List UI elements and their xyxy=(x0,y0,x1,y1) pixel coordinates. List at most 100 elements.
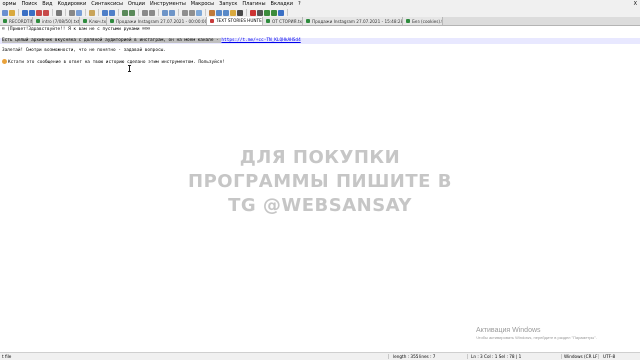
file-tab[interactable]: Ключ.txt xyxy=(80,17,107,25)
toolbar-separator xyxy=(65,9,66,16)
print-icon[interactable] xyxy=(56,9,62,16)
bookmark-icon xyxy=(2,59,7,64)
editor-line-2: Есть целый архивчик вкусняка с доляной а… xyxy=(0,38,640,44)
doc-map-icon[interactable] xyxy=(216,9,222,16)
save-icon[interactable] xyxy=(22,9,28,16)
file-tab[interactable]: Без (cookies).txt xyxy=(403,17,443,25)
stop-macro-icon[interactable] xyxy=(257,9,263,16)
status-divider xyxy=(598,354,599,359)
toolbar-separator xyxy=(138,9,139,16)
close-icon[interactable] xyxy=(36,9,42,16)
status-position: Ln : 3 Col : 1 Sel : 78 | 1 xyxy=(471,354,522,359)
new-file-icon[interactable] xyxy=(2,9,8,16)
tab-label: RECORDTIME.txt xyxy=(9,18,32,24)
word-wrap-icon[interactable] xyxy=(182,9,188,16)
file-tab[interactable]: Продажи Instagram 27.07.2021 - 15:48:28.… xyxy=(303,17,403,25)
tab-label: intro (7/08/50).txt xyxy=(42,18,80,24)
activation-subtitle: Чтобы активировать Windows, перейдите в … xyxy=(476,335,597,340)
sync-horizontal-icon[interactable] xyxy=(169,9,175,16)
menu-item[interactable]: Вид xyxy=(40,0,55,8)
menu-bar: ормы Поиск Вид Кодировки Синтаксисы Опции Инст… xyxy=(0,0,640,8)
tab-label: Продажи Instagram 27.07.2021 - 00:00:00.… xyxy=(116,18,207,24)
saved-file-icon xyxy=(306,19,310,23)
monitoring-icon[interactable] xyxy=(237,9,243,16)
function-list-icon[interactable] xyxy=(223,9,229,16)
watermark-line-2: ПРОГРАММЫ ПИШИТЕ В xyxy=(188,171,452,192)
line-text: Есть целый архивчик вкусняка с доляной а… xyxy=(2,38,222,43)
paste-icon[interactable] xyxy=(89,9,95,16)
tab-bar: RECORDTIME.txt intro (7/08/50).txt Ключ.tx… xyxy=(0,17,640,26)
toolbar-separator xyxy=(205,9,206,16)
menu-item[interactable]: Плагины xyxy=(240,0,268,8)
activation-title: Активация Windows xyxy=(476,327,541,334)
toolbar-separator xyxy=(158,9,159,16)
tab-label: TEXT STORIES HUNTER.txt xyxy=(216,18,262,23)
toolbar-separator xyxy=(18,9,19,16)
status-divider xyxy=(561,354,562,359)
save-all-icon[interactable] xyxy=(29,9,35,16)
editor-line-1: ☺ (Привет!Здравствуйте!! Я к вам не с пу… xyxy=(0,27,640,33)
status-filetype: t file xyxy=(2,354,12,359)
redo-icon[interactable] xyxy=(109,9,115,16)
status-eol: Windows (CR LF) xyxy=(564,354,600,359)
saved-file-icon xyxy=(266,19,270,23)
indent-guide-icon[interactable] xyxy=(196,9,202,16)
toolbar-separator xyxy=(85,9,86,16)
tab-label: Ключ.txt xyxy=(89,18,107,24)
show-all-chars-icon[interactable] xyxy=(189,9,195,16)
close-document-button[interactable]: X xyxy=(634,0,640,8)
close-all-icon[interactable] xyxy=(43,9,49,16)
toolbar-separator xyxy=(178,9,179,16)
replace-icon[interactable] xyxy=(129,9,135,16)
line-text: ☺ (Привет!Здравствуйте!! Я к вам не с пу… xyxy=(2,27,151,32)
menu-item[interactable]: Кодировки xyxy=(55,0,89,8)
status-length: length : 355 xyxy=(393,354,419,359)
windows-activation-notice: Активация Windows Чтобы активировать Win… xyxy=(476,327,636,341)
undo-icon[interactable] xyxy=(102,9,108,16)
find-icon[interactable] xyxy=(122,9,128,16)
copy-icon[interactable] xyxy=(76,9,82,16)
menu-item[interactable]: Макросы xyxy=(188,0,216,8)
menu-item[interactable]: Инструменты xyxy=(148,0,189,8)
toolbar-separator xyxy=(98,9,99,16)
file-tab[interactable]: ОТ СТОРИЯ.txt xyxy=(263,17,303,25)
language-icon[interactable] xyxy=(209,9,215,16)
menu-item[interactable]: ? xyxy=(295,0,303,8)
watermark-line-1: ДЛЯ ПОКУПКИ xyxy=(239,147,401,168)
zoom-out-icon[interactable] xyxy=(149,9,155,16)
ibeam-cursor-icon xyxy=(128,65,132,72)
cut-icon[interactable] xyxy=(69,9,75,16)
file-tab[interactable]: RECORDTIME.txt xyxy=(0,17,33,25)
open-folder-icon[interactable] xyxy=(9,9,15,16)
play-macro-icon[interactable] xyxy=(264,9,270,16)
menu-item[interactable]: Поиск xyxy=(19,0,40,8)
file-tab[interactable]: TEXT STORIES HUNTER.txt xyxy=(207,17,263,25)
folder-workspace-icon[interactable] xyxy=(230,9,236,16)
promo-watermark: ДЛЯ ПОКУПКИ ПРОГРАММЫ ПИШИТЕ В TG @WEBSA… xyxy=(160,146,480,218)
sync-vertical-icon[interactable] xyxy=(162,9,168,16)
saved-file-icon xyxy=(406,19,410,23)
zoom-in-icon[interactable] xyxy=(142,9,148,16)
menu-item[interactable]: Синтаксисы xyxy=(89,0,126,8)
menu-item[interactable]: Вкладки xyxy=(268,0,295,8)
save-macro-icon[interactable] xyxy=(278,9,284,16)
record-macro-icon[interactable] xyxy=(250,9,256,16)
file-tab[interactable]: intro (7/08/50).txt xyxy=(33,17,80,25)
status-divider xyxy=(388,354,389,359)
unsaved-file-icon xyxy=(210,18,214,23)
line-text: Кстати это сообщение в ответ на твою ист… xyxy=(8,60,225,65)
tab-label: ОТ СТОРИЯ.txt xyxy=(272,18,303,24)
toolbar-separator xyxy=(118,9,119,16)
editor-line-3: Залетай! Смотри возможности, что не поня… xyxy=(0,48,640,54)
channel-link[interactable]: https://t.me/+cc-TN_KLQHkAHSd4 xyxy=(221,38,300,43)
tab-label: Продажи Instagram 27.07.2021 - 15:48:28.… xyxy=(312,18,403,24)
menu-item[interactable]: Опции xyxy=(125,0,147,8)
menu-item[interactable]: Запуск xyxy=(217,0,240,8)
file-tab[interactable]: Продажи Instagram 27.07.2021 - 00:00:00.… xyxy=(107,17,207,25)
toolbar-separator xyxy=(52,9,53,16)
editor-line-4: Кстати это сообщение в ответ на твою ист… xyxy=(0,59,640,65)
saved-file-icon xyxy=(3,19,7,23)
run-macro-multiple-icon[interactable] xyxy=(271,9,277,16)
toolbar-separator xyxy=(246,9,247,16)
menu-item[interactable]: ормы xyxy=(0,0,19,8)
